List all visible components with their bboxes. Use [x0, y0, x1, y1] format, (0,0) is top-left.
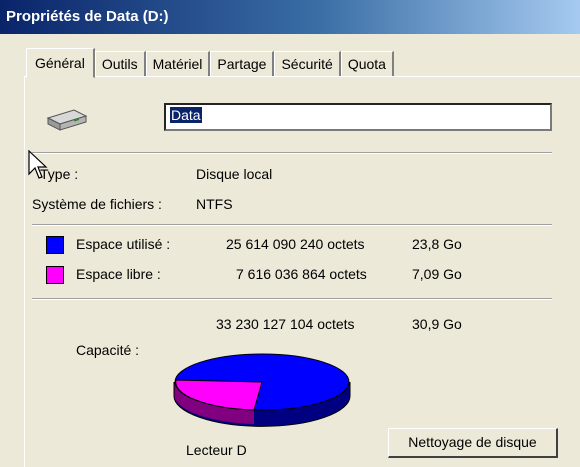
type-label: Type :: [40, 166, 79, 182]
used-space-size: 23,8 Go: [412, 236, 462, 252]
tab-quota[interactable]: Quota: [340, 51, 394, 76]
tab-general[interactable]: Général: [26, 48, 95, 78]
disk-cleanup-button[interactable]: Nettoyage de disque: [388, 428, 558, 458]
disk-usage-pie: [173, 353, 351, 427]
separator: [32, 152, 552, 154]
used-space-swatch: [46, 236, 64, 254]
filesystem-label: Système de fichiers :: [32, 196, 162, 212]
properties-window: Propriétés de Data (D:) Général Outils M…: [0, 0, 580, 467]
used-space-label: Espace utilisé :: [76, 236, 171, 252]
free-space-label: Espace libre :: [76, 266, 161, 282]
hard-drive-icon: [46, 109, 88, 131]
drive-letter-label: Lecteur D: [186, 442, 247, 458]
free-space-size: 7,09 Go: [412, 266, 462, 282]
filesystem-value: NTFS: [196, 196, 233, 212]
window-title: Propriétés de Data (D:): [6, 8, 169, 25]
tab-sharing[interactable]: Partage: [210, 51, 275, 76]
type-value: Disque local: [196, 166, 273, 182]
tab-strip: Général Outils Matériel Partage Sécurité…: [26, 48, 394, 78]
tab-tools[interactable]: Outils: [94, 51, 146, 76]
separator: [32, 224, 552, 226]
separator: [32, 298, 552, 300]
capacity-size: 30,9 Go: [412, 316, 462, 332]
used-space-bytes: 25 614 090 240 octets: [226, 236, 365, 252]
title-bar[interactable]: Propriétés de Data (D:): [0, 0, 580, 34]
capacity-label: Capacité :: [76, 342, 140, 358]
free-space-bytes: 7 616 036 864 octets: [236, 266, 367, 282]
drive-name-value: Data: [170, 107, 202, 123]
tab-hardware[interactable]: Matériel: [145, 51, 211, 76]
free-space-swatch: [46, 266, 64, 284]
tab-security[interactable]: Sécurité: [274, 51, 341, 76]
capacity-bytes: 33 230 127 104 octets: [216, 316, 355, 332]
drive-name-field[interactable]: Data: [164, 103, 552, 131]
